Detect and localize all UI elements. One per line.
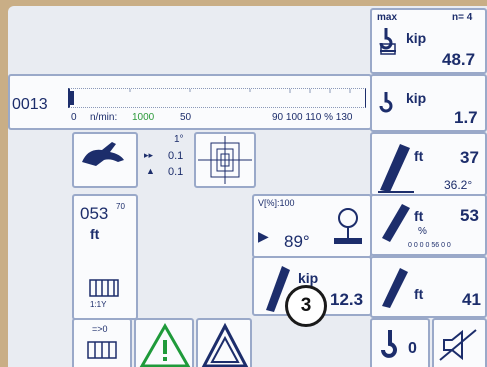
mute-button[interactable] xyxy=(432,318,487,367)
target-panel[interactable] xyxy=(194,132,256,188)
crane-display-screen: max n= 4 kip 48.7 0013 0 n/min: 1000 50 … xyxy=(8,6,487,367)
slew-gauge-icon xyxy=(334,208,362,244)
boom-angle-percent: % xyxy=(418,226,427,237)
load-counter: 0013 xyxy=(12,96,48,113)
boom-icon xyxy=(378,144,414,193)
load-bar xyxy=(68,88,366,108)
boom-icon xyxy=(382,204,410,242)
hook-button[interactable]: 0 xyxy=(370,318,430,367)
height-panel[interactable]: ft 41 xyxy=(370,256,487,318)
slew-angle: 89° xyxy=(284,232,310,251)
up-arrow-icon: ▲ xyxy=(146,166,155,176)
hazard-button[interactable] xyxy=(196,318,252,367)
counter-unit: ft xyxy=(90,226,100,242)
current-load-panel[interactable]: kip 1.7 xyxy=(370,74,487,132)
boom-icon xyxy=(382,268,408,308)
counter-value: 053 xyxy=(80,204,109,223)
hazard-icon xyxy=(201,322,249,367)
reeving-button[interactable]: =>0 xyxy=(72,318,132,367)
boom-angle-value: 36.2° xyxy=(444,178,473,192)
counter-panel[interactable]: 053 70 ft 1:1Y xyxy=(72,194,138,320)
boom-length-unit: ft xyxy=(414,148,424,164)
slew-panel[interactable]: V[%]:100 ▶ 89° xyxy=(252,194,372,258)
current-load-value: 1.7 xyxy=(454,108,478,127)
speed-value: 1000 xyxy=(132,112,155,123)
speed-arrow-icon: ▸▸ xyxy=(144,150,154,160)
load-bar-ticks xyxy=(129,89,351,93)
boom-angle-value: 53 xyxy=(460,206,479,225)
load-bar-panel: 0013 0 n/min: 1000 50 90 100 110 % 130 xyxy=(8,74,372,130)
hook-icon xyxy=(379,92,393,113)
drum-ratio: 1:1Y xyxy=(90,300,107,309)
hook-value: 0 xyxy=(408,340,417,357)
target-icon xyxy=(198,136,252,184)
boom-length-value: 37 xyxy=(460,148,479,167)
height-value: 41 xyxy=(462,290,481,309)
boom-angle-panel[interactable]: ft % 53 0 0 0 0 56 0 0 xyxy=(370,194,487,256)
drum-icon xyxy=(87,341,117,359)
speed-label: n/min: xyxy=(90,112,118,123)
jib-value: 12.3 xyxy=(330,290,364,309)
scale-right: 90 100 110 % 130 xyxy=(272,112,353,123)
boom-angle-scale: 0 0 0 0 56 0 0 xyxy=(408,242,451,249)
boom-angle-unit: ft xyxy=(414,208,424,224)
reeving-label: =>0 xyxy=(92,324,108,334)
counter-superscript: 70 xyxy=(116,202,125,211)
reeving-count: n= 4 xyxy=(452,12,473,23)
speed-values: 1° ▸▸ 0.1 ▲ 0.1 xyxy=(138,132,198,188)
warning-button[interactable] xyxy=(134,318,194,367)
hoist-speed-panel[interactable] xyxy=(72,132,138,188)
rabbit-icon xyxy=(82,142,124,166)
max-load-value: 48.7 xyxy=(442,50,476,69)
mute-icon xyxy=(439,329,477,361)
max-load-unit: kip xyxy=(406,30,427,46)
drum-icon xyxy=(89,279,119,297)
hook-icon xyxy=(381,330,397,358)
max-load-panel[interactable]: max n= 4 kip 48.7 xyxy=(370,8,487,74)
hook-icon xyxy=(379,28,396,55)
jib-unit: kip xyxy=(298,270,319,286)
speed-val-2: 0.1 xyxy=(168,150,184,162)
current-load-unit: kip xyxy=(406,90,427,106)
scale-fifty: 50 xyxy=(180,112,192,123)
speed-val-3: 0.1 xyxy=(168,166,184,178)
speed-degree: 1° xyxy=(174,134,184,145)
callout-marker: 3 xyxy=(285,285,327,327)
max-label: max xyxy=(377,12,398,23)
height-unit: ft xyxy=(414,286,424,302)
slew-play-icon: ▶ xyxy=(258,228,269,244)
slew-header: V[%]:100 xyxy=(258,198,295,208)
boom-length-panel[interactable]: ft 37 36.2° xyxy=(370,132,487,196)
warning-icon xyxy=(139,322,191,367)
scale-zero: 0 xyxy=(71,112,77,123)
